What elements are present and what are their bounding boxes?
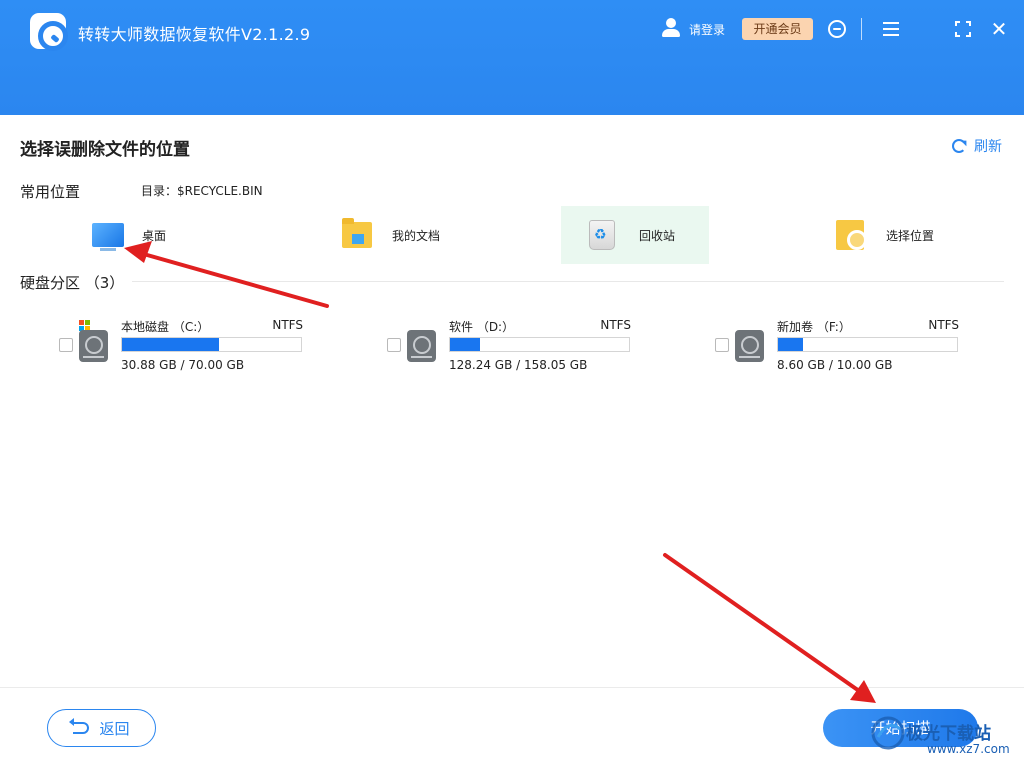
page-title: 选择误删除文件的位置: [20, 140, 190, 160]
usage-bar-fill: [778, 338, 804, 351]
arrow-to-scan: [663, 553, 876, 703]
usage-bar-fill: [122, 338, 219, 351]
site-watermark: 极光下载站 www.xz7.com: [870, 715, 1020, 765]
directory-info: 目录：$RECYCLE.BIN: [141, 184, 263, 198]
hard-disk-icon: [79, 330, 108, 362]
drive-filesystem: NTFS: [600, 318, 631, 332]
location-label: 选择位置: [886, 228, 935, 243]
login-link[interactable]: 请登录: [689, 21, 725, 38]
maximize-icon[interactable]: [955, 21, 971, 37]
header-divider: [861, 18, 862, 40]
drive-name: 本地磁盘 （C:）: [121, 320, 210, 334]
return-arrow-icon: [69, 718, 90, 734]
location-label: 桌面: [142, 228, 167, 243]
drive-d: 软件 （D:） NTFS 128.24 GB / 158.05 GB: [387, 316, 647, 376]
refresh-button[interactable]: 刷新: [952, 136, 1002, 156]
hard-disk-icon: [407, 330, 436, 362]
drive-c: 本地磁盘 （C:） NTFS 30.88 GB / 70.00 GB: [59, 316, 319, 376]
common-locations-heading: 常用位置: [20, 183, 81, 201]
watermark-logo-icon: [871, 716, 905, 750]
partitions-heading: 硬盘分区 （3）: [20, 272, 133, 293]
drive-checkbox[interactable]: [59, 338, 73, 352]
drive-checkbox[interactable]: [387, 338, 401, 352]
drive-size: 128.24 GB / 158.05 GB: [449, 358, 588, 372]
desktop-icon: [92, 223, 124, 251]
watermark-url: www.xz7.com: [927, 742, 1010, 756]
close-icon[interactable]: ✕: [990, 19, 1008, 39]
app-logo-icon: [30, 13, 68, 51]
usage-bar: [777, 337, 958, 352]
usage-bar-fill: [450, 338, 481, 351]
title-bar: 转转大师数据恢复软件V2.1.2.9 请登录 开通会员 ✕: [0, 0, 1024, 115]
location-label: 我的文档: [392, 228, 441, 243]
usage-bar: [449, 337, 630, 352]
folder-search-icon: [836, 220, 867, 250]
back-button-label: 返回: [99, 719, 130, 738]
menu-icon[interactable]: [883, 22, 899, 36]
watermark-text: 极光下载站: [906, 724, 991, 744]
drive-checkbox[interactable]: [715, 338, 729, 352]
drive-size: 8.60 GB / 10.00 GB: [777, 358, 893, 372]
back-button[interactable]: 返回: [47, 709, 156, 747]
refresh-label: 刷新: [974, 139, 1002, 155]
app-window: 转转大师数据恢复软件V2.1.2.9 请登录 开通会员 ✕ 选择误删除文件的位置…: [0, 0, 1024, 768]
drive-name: 新加卷 （F:）: [777, 320, 851, 334]
app-title: 转转大师数据恢复软件V2.1.2.9: [78, 25, 311, 44]
location-choose[interactable]: 选择位置: [822, 206, 970, 264]
drive-filesystem: NTFS: [928, 318, 959, 332]
vip-button[interactable]: 开通会员: [742, 18, 813, 40]
documents-folder-icon: [342, 218, 372, 248]
annotation-arrows: [124, 241, 876, 703]
section-divider: [20, 281, 1004, 282]
drive-f: 新加卷 （F:） NTFS 8.60 GB / 10.00 GB: [715, 316, 975, 376]
drive-size: 30.88 GB / 70.00 GB: [121, 358, 245, 372]
user-icon[interactable]: [662, 18, 680, 38]
location-desktop[interactable]: 桌面: [80, 206, 228, 264]
footer-divider: [0, 687, 1024, 688]
support-icon[interactable]: [828, 20, 846, 38]
drive-name: 软件 （D:）: [449, 320, 515, 334]
usage-bar: [121, 337, 302, 352]
hard-disk-icon: [735, 330, 764, 362]
location-documents[interactable]: 我的文档: [330, 206, 478, 264]
drive-filesystem: NTFS: [272, 318, 303, 332]
refresh-icon: [952, 139, 966, 153]
recycle-bin-icon: [589, 220, 615, 250]
location-recycle-bin[interactable]: 回收站: [561, 206, 709, 264]
location-label: 回收站: [639, 228, 676, 243]
